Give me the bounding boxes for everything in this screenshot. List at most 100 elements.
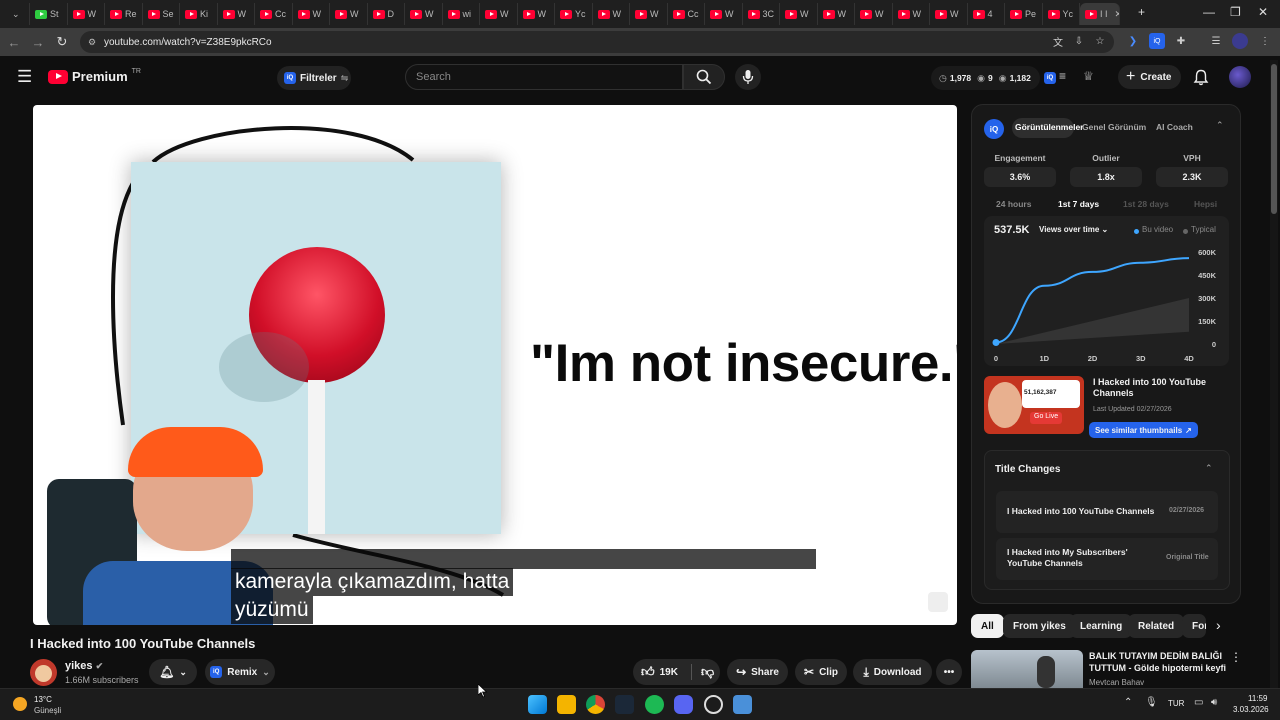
browser-menu-icon[interactable]: ⋮ xyxy=(1257,33,1273,49)
file-explorer-icon[interactable] xyxy=(557,695,576,714)
install-icon[interactable]: ⇩ xyxy=(1071,33,1087,49)
browser-tab[interactable]: Pe xyxy=(1005,3,1043,25)
filters-button[interactable]: iQ Filtreler ⇋ xyxy=(277,66,351,90)
clip-button[interactable]: ✂ Clip xyxy=(795,659,847,685)
browser-tab[interactable]: Se xyxy=(143,3,180,25)
recommended-title[interactable]: BALIK TUTAYIM DEDİM BALIĞI TUTTUM - Göld… xyxy=(1089,650,1229,674)
see-similar-thumbnails-button[interactable]: See similar thumbnails ↗ xyxy=(1089,422,1198,438)
browser-tab[interactable]: wi xyxy=(443,3,480,25)
browser-tab[interactable]: St xyxy=(30,3,68,25)
app-icon[interactable] xyxy=(704,695,723,714)
back-icon[interactable]: ← xyxy=(2,35,26,50)
youtube-logo[interactable]: Premium TR xyxy=(48,68,141,84)
notification-bell-button[interactable]: 🔔︎ ⌄ xyxy=(149,659,197,685)
recommended-more-icon[interactable]: ⋮ xyxy=(1230,650,1242,664)
dislike-icon[interactable]: 👎︎ xyxy=(701,664,714,680)
hamburger-menu-icon[interactable]: ☰ xyxy=(17,67,32,87)
chip-learning[interactable]: Learning xyxy=(1070,614,1133,638)
reload-icon[interactable]: ↻ xyxy=(50,34,74,50)
network-icon[interactable]: ▭ xyxy=(1194,697,1203,708)
steam-icon[interactable] xyxy=(615,695,634,714)
search-input[interactable]: Search xyxy=(405,64,683,90)
browser-tab[interactable]: W xyxy=(405,3,443,25)
extensions-puzzle-icon[interactable]: ✚ xyxy=(1173,33,1189,49)
remix-button[interactable]: iQ Remix ⌄ xyxy=(205,659,275,685)
browser-tab[interactable]: W xyxy=(630,3,668,25)
browser-tab[interactable]: W xyxy=(855,3,893,25)
browser-tab[interactable]: Cc xyxy=(255,3,293,25)
discord-icon[interactable] xyxy=(674,695,693,714)
chip-related[interactable]: Related xyxy=(1128,614,1185,638)
browser-tab[interactable]: Cc xyxy=(668,3,705,25)
chrome-icon[interactable] xyxy=(586,695,605,714)
recommended-thumbnail[interactable] xyxy=(971,650,1083,688)
browser-tab[interactable]: Yc xyxy=(555,3,593,25)
minimize-icon[interactable]: — xyxy=(1203,5,1215,19)
browser-tab[interactable]: W xyxy=(930,3,968,25)
account-avatar[interactable] xyxy=(1229,66,1251,88)
chip-for-you[interactable]: For xyxy=(1182,614,1206,638)
more-actions-button[interactable]: ••• xyxy=(936,659,962,685)
like-count[interactable]: 19K xyxy=(660,667,678,678)
vidiq-masthead-icon[interactable]: iQ xyxy=(1044,72,1056,84)
browser-tab[interactable]: Ki xyxy=(180,3,218,25)
create-button[interactable]: + Create xyxy=(1118,65,1181,89)
list-icon[interactable]: ≡ xyxy=(1059,69,1066,83)
browser-tab[interactable]: I I ✕ xyxy=(1080,3,1120,25)
chip-all[interactable]: All xyxy=(971,614,1004,638)
address-bar[interactable]: ⚙ youtube.com/watch?v=Z38E9pkcRCo xyxy=(80,31,1114,53)
close-tab-icon[interactable]: ✕ xyxy=(1115,9,1119,20)
browser-tab[interactable]: 4 xyxy=(968,3,1005,25)
notifications-bell-icon[interactable] xyxy=(1193,69,1209,86)
period-24h[interactable]: 24 hours xyxy=(996,199,1031,209)
recommended-channel[interactable]: Mevtcan Bahav xyxy=(1089,678,1144,687)
vidiq-extension-icon[interactable]: iQ xyxy=(1149,33,1165,49)
thumbnail-preview[interactable]: 51,162,387 Go Live xyxy=(984,376,1084,434)
browser-tab[interactable]: W xyxy=(293,3,330,25)
browser-tab[interactable]: Yc xyxy=(1043,3,1080,25)
browser-tab[interactable]: W xyxy=(518,3,555,25)
browser-tab[interactable]: W xyxy=(480,3,518,25)
restore-icon[interactable]: ❐ xyxy=(1230,5,1241,19)
clock-date[interactable]: 3.03.2026 xyxy=(1233,705,1269,714)
browser-tab[interactable]: W xyxy=(893,3,930,25)
like-icon[interactable]: 👍︎ xyxy=(641,664,655,680)
period-7d[interactable]: 1st 7 days xyxy=(1058,199,1099,209)
tab-views[interactable]: Görüntülenmeler xyxy=(1015,122,1083,132)
page-scrollbar[interactable] xyxy=(1270,60,1278,688)
input-language[interactable]: TUR xyxy=(1168,699,1184,708)
period-all[interactable]: Hepsi xyxy=(1194,199,1217,209)
spotify-icon[interactable] xyxy=(645,695,664,714)
collapse-chevron-icon[interactable]: ⌃ xyxy=(1216,120,1224,131)
channel-stats-pill[interactable]: ◷ 1,978 ◉ 9 ◉ 1,182 xyxy=(931,66,1040,90)
period-28d[interactable]: 1st 28 days xyxy=(1123,199,1169,209)
tab-ai-coach[interactable]: AI Coach xyxy=(1156,122,1193,132)
tray-overflow-icon[interactable]: ⌃ xyxy=(1124,697,1132,708)
browser-tab[interactable]: W xyxy=(705,3,743,25)
voice-search-button[interactable] xyxy=(735,64,761,90)
search-button[interactable] xyxy=(683,64,725,90)
channel-avatar[interactable] xyxy=(30,659,57,686)
volume-icon[interactable]: 🔊︎ xyxy=(1211,697,1217,708)
browser-tab[interactable]: Re xyxy=(105,3,143,25)
tray-mic-icon[interactable]: 🎙︎ xyxy=(1145,697,1158,708)
site-info-icon[interactable]: ⚙ xyxy=(88,37,96,48)
extension-icon[interactable]: ❯ xyxy=(1125,33,1141,49)
browser-tab[interactable]: W xyxy=(818,3,855,25)
trophy-icon[interactable]: ♕ xyxy=(1083,69,1094,83)
windows-start-icon[interactable] xyxy=(528,695,547,714)
browser-tab[interactable]: W xyxy=(218,3,255,25)
browser-tab[interactable]: W xyxy=(593,3,630,25)
new-tab-icon[interactable]: + xyxy=(1138,5,1145,19)
download-button[interactable]: ⤓ Download xyxy=(853,659,932,685)
browser-tab[interactable]: W xyxy=(780,3,818,25)
translate-icon[interactable]: 文 xyxy=(1050,33,1066,49)
sun-weather-icon[interactable] xyxy=(13,697,27,711)
browser-tab[interactable]: 3C xyxy=(743,3,780,25)
bookmark-star-icon[interactable]: ☆ xyxy=(1092,33,1108,49)
channel-name[interactable]: yikes ✔ xyxy=(65,660,103,672)
close-window-icon[interactable]: ✕ xyxy=(1258,5,1268,19)
browser-tab[interactable]: D xyxy=(368,3,405,25)
notepad-icon[interactable] xyxy=(733,695,752,714)
share-button[interactable]: ↪ Share xyxy=(727,659,788,685)
